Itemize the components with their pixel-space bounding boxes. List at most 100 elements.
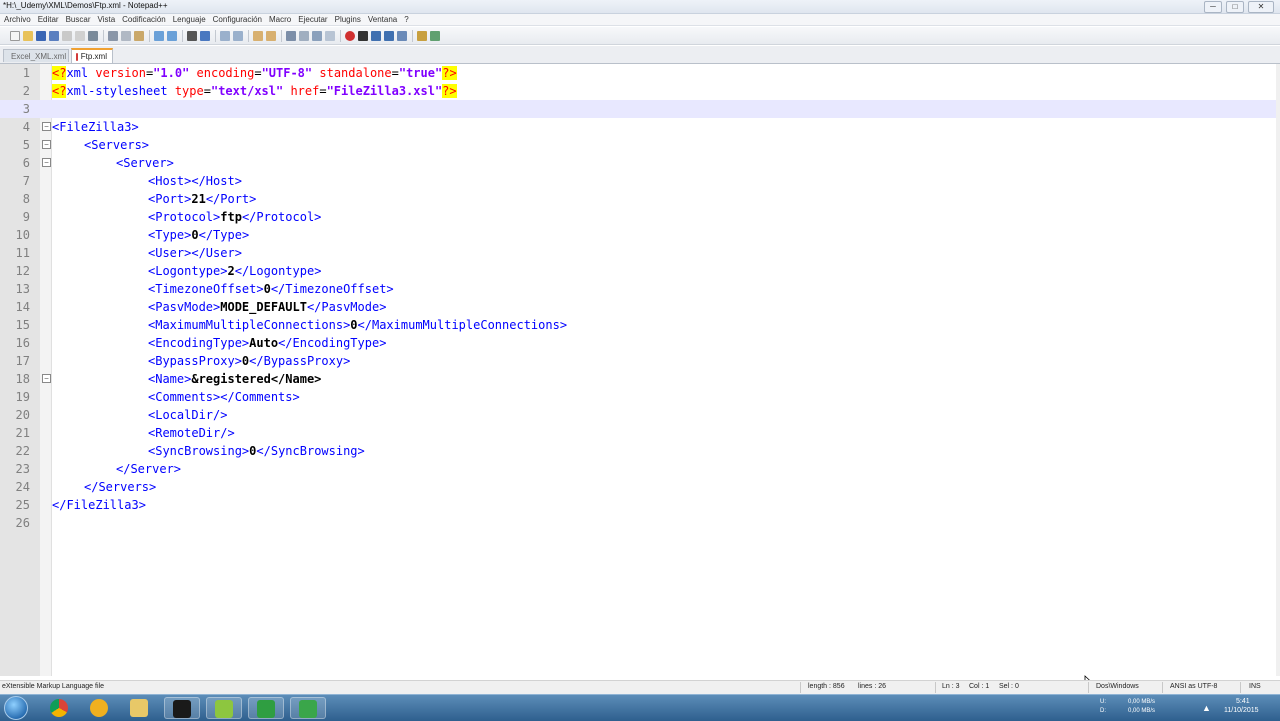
taskbar-explorer[interactable] bbox=[122, 697, 158, 719]
code-line[interactable]: 14 <PasvMode>MODE_DEFAULT</PasvMode> bbox=[0, 298, 1276, 316]
menu-archivo[interactable]: Archivo bbox=[4, 15, 31, 24]
line-number: 11 bbox=[15, 246, 30, 260]
code-line[interactable]: 24 </Servers> bbox=[0, 478, 1276, 496]
close-all-icon[interactable] bbox=[75, 30, 85, 41]
clock-time[interactable]: 5:41 bbox=[1236, 698, 1250, 705]
line-text: <Type>0</Type> bbox=[148, 228, 250, 242]
taskbar-audio[interactable] bbox=[82, 697, 118, 719]
code-line[interactable]: 11 <User></User> bbox=[0, 244, 1276, 262]
code-line[interactable]: 6 − <Server> bbox=[0, 154, 1276, 172]
zoom-out-icon[interactable] bbox=[233, 30, 243, 41]
code-line[interactable]: 15 <MaximumMultipleConnections>0</Maximu… bbox=[0, 316, 1276, 334]
code-line[interactable]: 5 − <Servers> bbox=[0, 136, 1276, 154]
redo-icon[interactable] bbox=[167, 30, 177, 41]
save-icon[interactable] bbox=[36, 30, 46, 41]
taskbar-notepadpp[interactable] bbox=[206, 697, 242, 719]
current-line[interactable]: 3 bbox=[0, 100, 1276, 118]
menu-editar[interactable]: Editar bbox=[38, 15, 59, 24]
plugin-icon[interactable] bbox=[430, 30, 440, 41]
start-button[interactable] bbox=[4, 696, 28, 720]
word-wrap-icon[interactable] bbox=[286, 30, 296, 41]
code-line[interactable]: 2 <?xml-stylesheet type="text/xsl" href=… bbox=[0, 82, 1276, 100]
stop-macro-icon[interactable] bbox=[358, 30, 368, 41]
indent-guide-icon[interactable] bbox=[312, 30, 322, 41]
code-line[interactable]: 1 <?xml version="1.0" encoding="UTF-8" s… bbox=[0, 64, 1276, 82]
vertical-scrollbar[interactable] bbox=[1276, 64, 1280, 676]
menu-help[interactable]: ? bbox=[404, 15, 408, 24]
maximize-button[interactable]: □ bbox=[1226, 1, 1244, 13]
code-line[interactable]: 19 <Comments></Comments> bbox=[0, 388, 1276, 406]
paste-icon[interactable] bbox=[134, 30, 144, 41]
taskbar-kindle[interactable] bbox=[164, 697, 200, 719]
menu-buscar[interactable]: Buscar bbox=[66, 15, 91, 24]
save-all-icon[interactable] bbox=[49, 30, 59, 41]
print-icon[interactable] bbox=[88, 30, 98, 41]
menu-ejecutar[interactable]: Ejecutar bbox=[298, 15, 327, 24]
taskbar-chrome[interactable] bbox=[42, 697, 78, 719]
code-line[interactable]: 23 </Server> bbox=[0, 460, 1276, 478]
tray-up-arrow-icon[interactable]: ▲ bbox=[1202, 703, 1211, 713]
menu-vista[interactable]: Vista bbox=[98, 15, 116, 24]
zoom-in-icon[interactable] bbox=[220, 30, 230, 41]
code-line[interactable]: 10 <Type>0</Type> bbox=[0, 226, 1276, 244]
show-all-chars-icon[interactable] bbox=[299, 30, 309, 41]
code-line[interactable]: 20 <LocalDir/> bbox=[0, 406, 1276, 424]
spellcheck-icon[interactable] bbox=[417, 30, 427, 41]
eol-format[interactable]: Dos\Windows bbox=[1096, 683, 1139, 690]
encoding-label[interactable]: ANSI as UTF-8 bbox=[1170, 683, 1217, 690]
new-file-icon[interactable] bbox=[10, 30, 20, 41]
tab-excel-xml[interactable]: Excel_XML.xml bbox=[3, 49, 69, 62]
menu-ventana[interactable]: Ventana bbox=[368, 15, 397, 24]
taskbar-camtasia[interactable] bbox=[248, 697, 284, 719]
copy-icon[interactable] bbox=[121, 30, 131, 41]
code-line[interactable]: 16 <EncodingType>Auto</EncodingType> bbox=[0, 334, 1276, 352]
sync-v-icon[interactable] bbox=[253, 30, 263, 41]
code-line[interactable]: 9 <Protocol>ftp</Protocol> bbox=[0, 208, 1276, 226]
close-button[interactable]: ✕ bbox=[1248, 1, 1274, 13]
play-multiple-icon[interactable] bbox=[384, 30, 394, 41]
fold-toggle-icon[interactable]: − bbox=[42, 122, 51, 131]
taskbar-camtasia-recorder[interactable] bbox=[290, 697, 326, 719]
code-line[interactable]: 21 <RemoteDir/> bbox=[0, 424, 1276, 442]
code-line[interactable]: 4 − <FileZilla3> bbox=[0, 118, 1276, 136]
menu-configuracion[interactable]: Configuración bbox=[213, 15, 262, 24]
code-line[interactable]: 7 <Host></Host> bbox=[0, 172, 1276, 190]
code-line[interactable]: 13 <TimezoneOffset>0</TimezoneOffset> bbox=[0, 280, 1276, 298]
fold-toggle-icon[interactable]: − bbox=[42, 374, 51, 383]
save-macro-icon[interactable] bbox=[397, 30, 407, 41]
line-number: 7 bbox=[22, 174, 30, 188]
code-line[interactable]: 22 <SyncBrowsing>0</SyncBrowsing> bbox=[0, 442, 1276, 460]
menu-codificacion[interactable]: Codificación bbox=[122, 15, 166, 24]
line-number: 24 bbox=[15, 480, 30, 494]
clock-date[interactable]: 11/10/2015 bbox=[1224, 707, 1259, 714]
code-line[interactable]: 17 <BypassProxy>0</BypassProxy> bbox=[0, 352, 1276, 370]
menu-plugins[interactable]: Plugins bbox=[335, 15, 361, 24]
line-text: <Servers> bbox=[84, 138, 150, 152]
fold-toggle-icon[interactable]: − bbox=[42, 158, 51, 167]
cut-icon[interactable] bbox=[108, 30, 118, 41]
line-text: <Protocol>ftp</Protocol> bbox=[148, 210, 322, 224]
sync-h-icon[interactable] bbox=[266, 30, 276, 41]
editor[interactable]: 1 <?xml version="1.0" encoding="UTF-8" s… bbox=[0, 64, 1280, 689]
play-macro-icon[interactable] bbox=[371, 30, 381, 41]
line-text: <Server> bbox=[116, 156, 174, 170]
open-file-icon[interactable] bbox=[23, 30, 33, 41]
record-macro-icon[interactable] bbox=[345, 30, 355, 41]
code-line[interactable]: 26 bbox=[0, 514, 1276, 532]
code-line[interactable]: 18 − <Name>&registered</Name> bbox=[0, 370, 1276, 388]
minimize-button[interactable]: ─ bbox=[1204, 1, 1222, 13]
undo-icon[interactable] bbox=[154, 30, 164, 41]
code-line[interactable]: 8 <Port>21</Port> bbox=[0, 190, 1276, 208]
toolbar-separator bbox=[281, 29, 282, 42]
doc-map-icon[interactable] bbox=[325, 30, 335, 41]
line-text: <EncodingType>Auto</EncodingType> bbox=[148, 336, 387, 350]
tab-ftp-xml[interactable]: Ftp.xml bbox=[71, 48, 113, 63]
find-icon[interactable] bbox=[187, 30, 197, 41]
close-file-icon[interactable] bbox=[62, 30, 72, 41]
code-line[interactable]: 25 </FileZilla3> bbox=[0, 496, 1276, 514]
code-line[interactable]: 12 <Logontype>2</Logontype> bbox=[0, 262, 1276, 280]
fold-toggle-icon[interactable]: − bbox=[42, 140, 51, 149]
replace-icon[interactable] bbox=[200, 30, 210, 41]
menu-lenguaje[interactable]: Lenguaje bbox=[173, 15, 206, 24]
menu-macro[interactable]: Macro bbox=[269, 15, 291, 24]
